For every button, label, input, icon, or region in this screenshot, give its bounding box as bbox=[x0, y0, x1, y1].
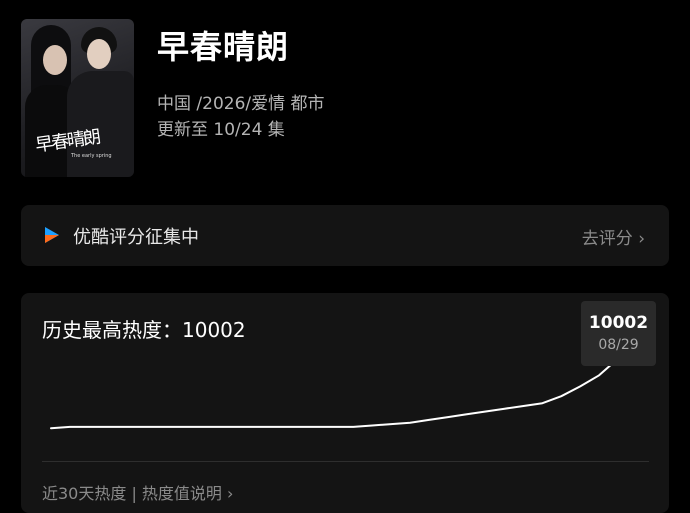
poster-image[interactable]: 早春晴朗 The early spring bbox=[21, 19, 134, 177]
heat-card: 历史最高热度：10002 10002 08/29 近30天热度 | 热度值说明 … bbox=[21, 293, 669, 513]
poster-figure-man-suit bbox=[67, 71, 134, 177]
tooltip-value: 10002 bbox=[588, 313, 649, 333]
poster-figure-woman-face bbox=[43, 45, 67, 75]
rating-card[interactable]: 优酷评分征集中 去评分 › bbox=[21, 205, 669, 266]
show-meta: 中国 /2026/爱情 都市 bbox=[157, 94, 325, 114]
rating-label: 优酷评分征集中 bbox=[73, 227, 199, 248]
heat-tooltip: 10002 08/29 bbox=[581, 301, 656, 366]
show-update-status: 更新至 10/24 集 bbox=[157, 120, 285, 140]
heat-footer-link[interactable]: 近30天热度 | 热度值说明 › bbox=[42, 480, 233, 504]
heat-series-line bbox=[50, 357, 619, 430]
youku-play-icon bbox=[45, 227, 59, 243]
show-title: 早春晴朗 bbox=[157, 28, 290, 66]
rate-button[interactable]: 去评分 › bbox=[582, 224, 645, 249]
poster-subtitle: The early spring bbox=[71, 153, 112, 159]
poster-figure-man-face bbox=[87, 39, 111, 69]
heat-title: 历史最高热度：10002 bbox=[42, 318, 246, 342]
divider bbox=[42, 461, 649, 462]
tooltip-date: 08/29 bbox=[598, 337, 639, 353]
